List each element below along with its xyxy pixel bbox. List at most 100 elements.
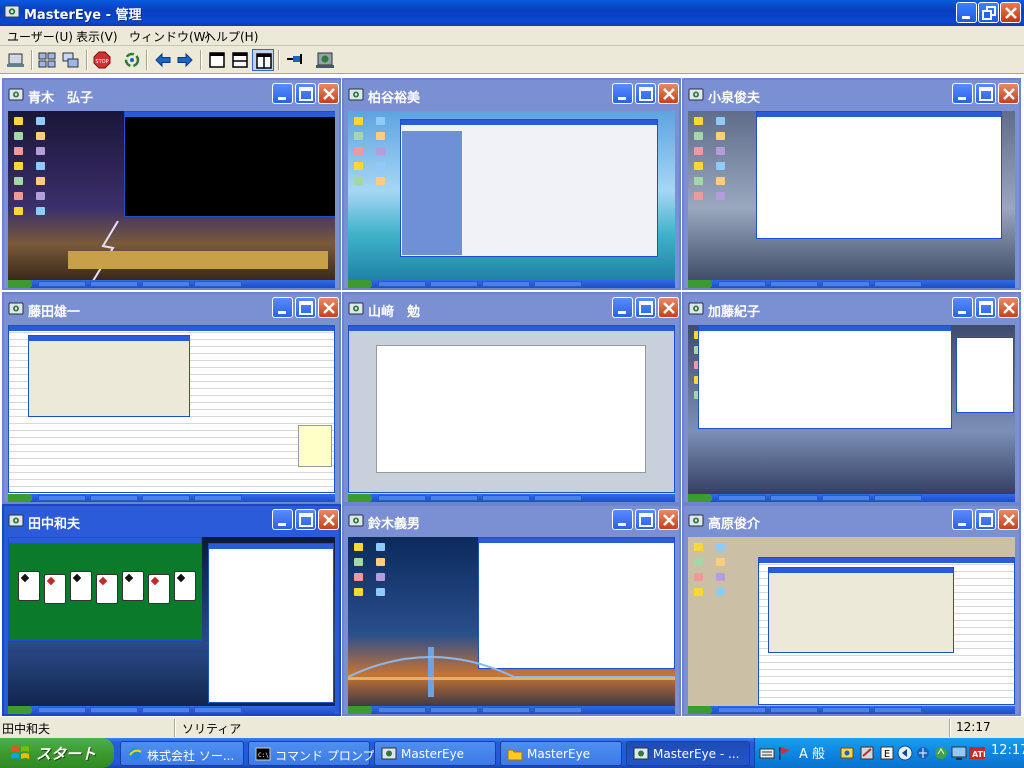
monitor-pane[interactable]: 山﨑 勉 bbox=[342, 292, 681, 504]
taskbar-button[interactable]: C:\ コマンド プロンプ... bbox=[248, 741, 386, 766]
taskbar-button[interactable]: 株式会社 ソー... bbox=[120, 741, 244, 766]
pane-header[interactable]: 高原俊介 bbox=[684, 506, 1019, 536]
maximize-icon bbox=[639, 301, 653, 315]
taskbar-button[interactable]: MasterEye bbox=[374, 741, 496, 766]
start-button[interactable]: スタート bbox=[0, 738, 114, 768]
pane-minimize-button[interactable] bbox=[612, 509, 633, 530]
remote-desktop-screen[interactable] bbox=[8, 111, 335, 288]
pane-maximize-button[interactable] bbox=[635, 83, 656, 104]
mastereye-pane-icon bbox=[8, 302, 24, 315]
monitor-pane[interactable]: 藤田雄一 bbox=[2, 292, 341, 504]
remote-desktop-screen[interactable] bbox=[348, 111, 675, 288]
title-bar[interactable]: MasterEye - 管理 bbox=[0, 0, 1024, 26]
remote-desktop-screen[interactable] bbox=[348, 537, 675, 714]
pane-close-button[interactable] bbox=[318, 509, 339, 530]
pane-header[interactable]: 山﨑 勉 bbox=[344, 294, 679, 324]
pane-header[interactable]: 鈴木義男 bbox=[344, 506, 679, 536]
pane-header[interactable]: 青木 弘子 bbox=[4, 80, 339, 110]
pane-close-button[interactable] bbox=[998, 509, 1019, 530]
remote-desktop-screen[interactable] bbox=[8, 325, 335, 502]
remote-desktop-screen[interactable] bbox=[8, 537, 335, 714]
pane-maximize-button[interactable] bbox=[295, 509, 316, 530]
pane-header[interactable]: 藤田雄一 bbox=[4, 294, 339, 324]
minimize-button[interactable] bbox=[956, 2, 977, 23]
user-add-tool[interactable] bbox=[5, 49, 27, 71]
remote-desktop-screen[interactable] bbox=[348, 325, 675, 502]
restore-button[interactable] bbox=[978, 2, 999, 23]
ime-arrow-icon[interactable] bbox=[897, 745, 913, 761]
notepad-window bbox=[756, 111, 1002, 239]
pane-close-button[interactable] bbox=[998, 297, 1019, 318]
ime-mode[interactable]: A 般 bbox=[799, 743, 825, 762]
pane-minimize-button[interactable] bbox=[272, 83, 293, 104]
refresh-tool[interactable] bbox=[121, 49, 143, 71]
help-icon[interactable] bbox=[933, 745, 949, 761]
pane-maximize-button[interactable] bbox=[635, 509, 656, 530]
pane-close-button[interactable] bbox=[318, 297, 339, 318]
pane-close-button[interactable] bbox=[658, 83, 679, 104]
menu-window[interactable]: ウィンドウ(W) bbox=[129, 28, 210, 45]
monitor-pane[interactable]: 小泉俊夫 bbox=[682, 78, 1021, 290]
monitor-pane[interactable]: 田中和夫 bbox=[2, 504, 341, 716]
remote-desktop-screen[interactable] bbox=[688, 537, 1015, 714]
monitor-pane[interactable]: 柏谷裕美 bbox=[342, 78, 681, 290]
ime-e-icon[interactable]: E bbox=[879, 745, 895, 761]
settings-tool[interactable] bbox=[314, 49, 336, 71]
remote-desktop-screen[interactable] bbox=[688, 111, 1015, 288]
ime-flag-icon[interactable] bbox=[777, 745, 793, 761]
close-button[interactable] bbox=[1000, 2, 1021, 23]
pane-close-button[interactable] bbox=[658, 297, 679, 318]
pane-header[interactable]: 田中和夫 bbox=[4, 506, 339, 536]
back-tool[interactable] bbox=[152, 49, 174, 71]
taskbar-button[interactable]: MasterEye - ... bbox=[626, 741, 750, 766]
tile-windows-icon bbox=[38, 52, 56, 68]
pane-maximize-button[interactable] bbox=[975, 297, 996, 318]
desktop-icon bbox=[14, 207, 23, 215]
pane-maximize-button[interactable] bbox=[295, 297, 316, 318]
tile-b-tool[interactable] bbox=[60, 49, 82, 71]
mastereye-pane-icon bbox=[8, 88, 24, 101]
network-icon[interactable] bbox=[915, 745, 931, 761]
pane-maximize-button[interactable] bbox=[635, 297, 656, 318]
keyboard-icon[interactable] bbox=[759, 745, 775, 761]
monitor-pane[interactable]: 高原俊介 bbox=[682, 504, 1021, 716]
pane-minimize-button[interactable] bbox=[612, 297, 633, 318]
pane-maximize-button[interactable] bbox=[975, 83, 996, 104]
monitor-pane[interactable]: 加藤紀子 bbox=[682, 292, 1021, 504]
pane-minimize-button[interactable] bbox=[612, 83, 633, 104]
pane-maximize-button[interactable] bbox=[295, 83, 316, 104]
pin-tool[interactable] bbox=[284, 49, 306, 71]
toolbar-separator bbox=[86, 50, 88, 70]
pane-close-button[interactable] bbox=[658, 509, 679, 530]
pane-minimize-button[interactable] bbox=[952, 509, 973, 530]
monitor-icon[interactable] bbox=[951, 745, 967, 761]
layout-3-tool[interactable] bbox=[252, 49, 274, 71]
pane-minimize-button[interactable] bbox=[952, 297, 973, 318]
pane-minimize-button[interactable] bbox=[272, 509, 293, 530]
ati-logo-icon[interactable]: ATI bbox=[969, 745, 985, 761]
pane-minimize-button[interactable] bbox=[952, 83, 973, 104]
stop-tool[interactable]: STOP bbox=[91, 49, 113, 71]
pane-header[interactable]: 小泉俊夫 bbox=[684, 80, 1019, 110]
desktop-icon bbox=[694, 147, 703, 155]
pane-close-button[interactable] bbox=[998, 83, 1019, 104]
remote-desktop-screen[interactable] bbox=[688, 325, 1015, 502]
monitor-pane[interactable]: 鈴木義男 bbox=[342, 504, 681, 716]
menu-help[interactable]: ヘルプ(H) bbox=[204, 28, 258, 45]
layout-2-tool[interactable] bbox=[229, 49, 251, 71]
tile-a-tool[interactable] bbox=[36, 49, 58, 71]
pane-close-button[interactable] bbox=[318, 83, 339, 104]
remote-task-button bbox=[142, 707, 190, 713]
ime-tools-icon[interactable] bbox=[839, 745, 855, 761]
pane-minimize-button[interactable] bbox=[272, 297, 293, 318]
pane-maximize-button[interactable] bbox=[975, 509, 996, 530]
pane-header[interactable]: 柏谷裕美 bbox=[344, 80, 679, 110]
pane-header[interactable]: 加藤紀子 bbox=[684, 294, 1019, 324]
monitor-pane[interactable]: 青木 弘子 bbox=[2, 78, 341, 290]
menu-view[interactable]: 表示(V) bbox=[76, 28, 118, 45]
forward-tool[interactable] bbox=[174, 49, 196, 71]
menu-user[interactable]: ユーザー(U) bbox=[7, 28, 73, 45]
layout-1-tool[interactable] bbox=[206, 49, 228, 71]
taskbar-button[interactable]: MasterEye bbox=[500, 741, 622, 766]
ime-pad-icon[interactable] bbox=[859, 745, 875, 761]
